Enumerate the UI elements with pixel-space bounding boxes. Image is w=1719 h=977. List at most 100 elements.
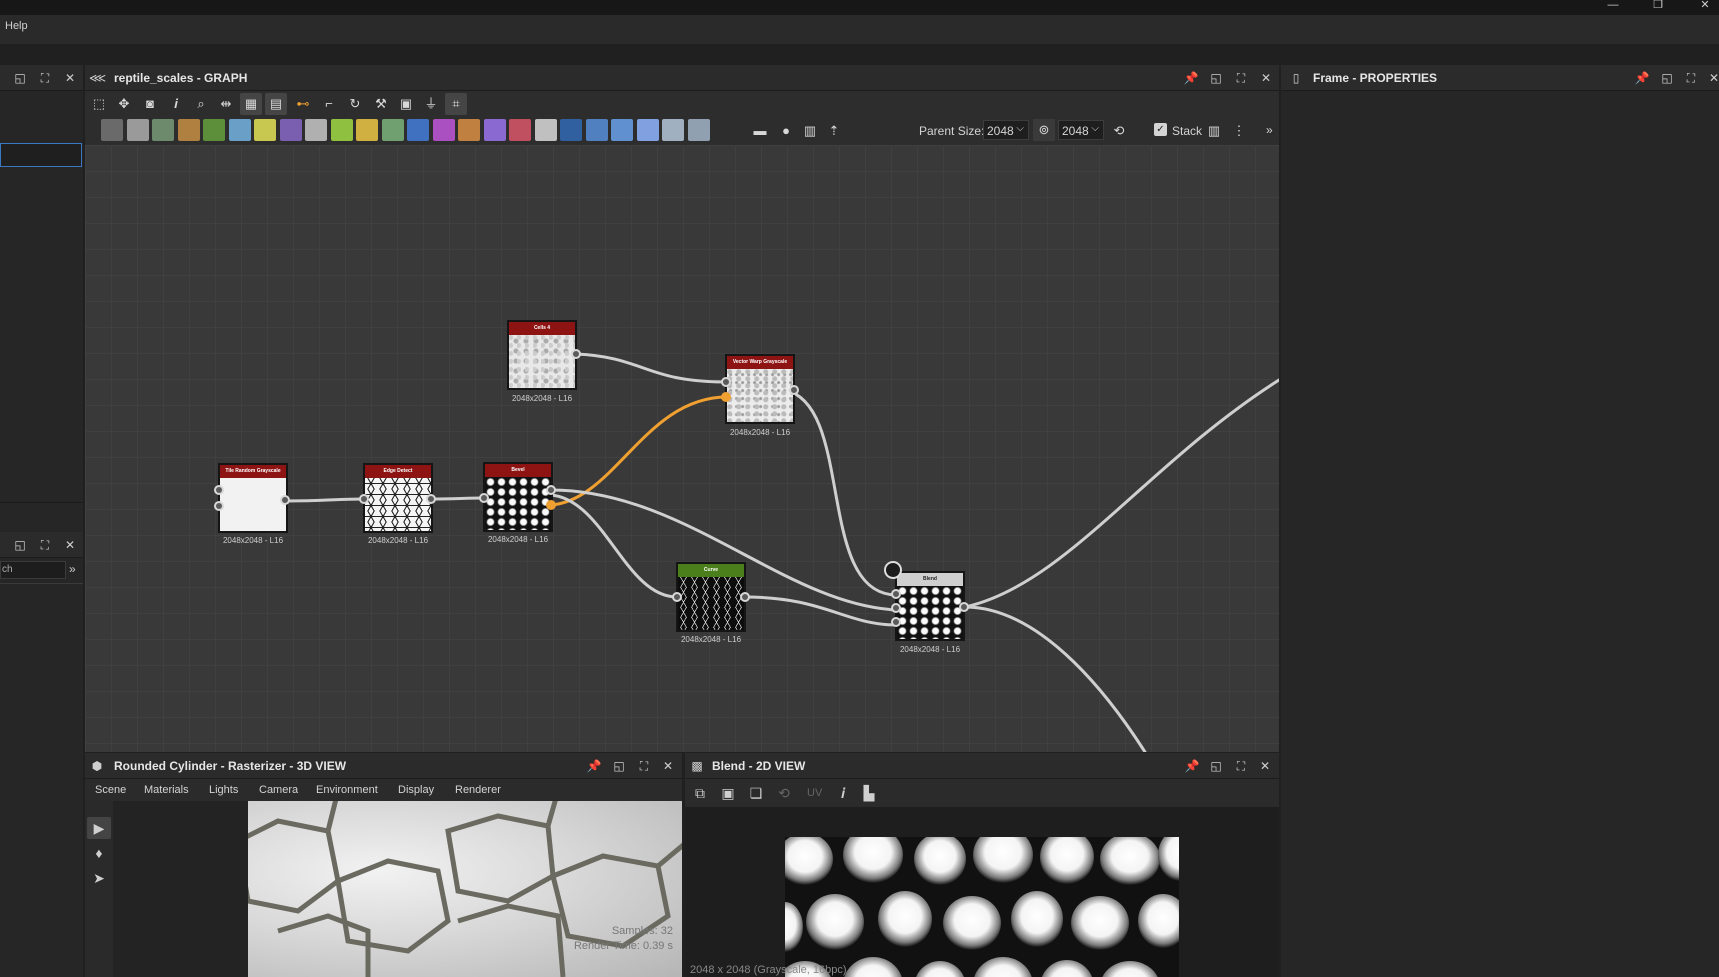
palette-node-button[interactable] xyxy=(534,119,557,141)
stack-icon[interactable]: ▤ xyxy=(265,93,287,115)
output-port[interactable] xyxy=(546,485,556,495)
input-port[interactable] xyxy=(721,377,731,387)
maximize-icon[interactable]: ⛶ xyxy=(37,537,53,553)
close-panel-icon[interactable]: ✕ xyxy=(62,537,78,553)
palette-node-button[interactable] xyxy=(483,119,506,141)
float-icon[interactable]: ◱ xyxy=(12,70,28,86)
output-port[interactable] xyxy=(571,349,581,359)
close-icon[interactable]: ✕ xyxy=(1690,0,1719,15)
tab-renderer[interactable]: Renderer xyxy=(455,784,501,796)
node-edge-detect[interactable]: Edge Detect xyxy=(363,463,433,533)
input-port[interactable] xyxy=(891,589,901,599)
path-icon[interactable]: ⌐ xyxy=(318,93,340,115)
maximize-icon[interactable]: ⛶ xyxy=(636,758,652,774)
close-panel-icon[interactable]: ✕ xyxy=(1706,70,1719,86)
palette-node-button[interactable] xyxy=(126,119,149,141)
minimize-icon[interactable]: — xyxy=(1598,0,1628,15)
input-port[interactable] xyxy=(359,494,369,504)
node-blend[interactable]: Blend xyxy=(895,571,965,641)
output-port[interactable] xyxy=(740,592,750,602)
palette-node-button[interactable] xyxy=(279,119,302,141)
palette-node-button[interactable] xyxy=(356,119,378,141)
tool-icon[interactable]: ⚒ xyxy=(370,93,392,115)
layout-vertical-icon[interactable]: ▥ xyxy=(1203,120,1225,142)
close-panel-icon[interactable]: ✕ xyxy=(1258,70,1274,86)
palette-node-button[interactable] xyxy=(254,119,276,141)
uv-label[interactable]: UV xyxy=(807,787,822,799)
palette-node-button[interactable] xyxy=(585,119,608,141)
link-size-icon[interactable]: ⊚ xyxy=(1033,119,1055,141)
palette-node-button[interactable] xyxy=(228,119,251,141)
library-search-input[interactable]: ch xyxy=(0,561,66,579)
output-port[interactable] xyxy=(426,494,436,504)
preview-icon[interactable]: ▣ xyxy=(395,93,417,115)
camera-icon[interactable]: ◙ xyxy=(139,93,161,115)
node-vector-warp-grayscale[interactable]: Vector Warp Grayscale xyxy=(725,354,795,424)
palette-node-button[interactable] xyxy=(381,119,404,141)
palette-node-button[interactable] xyxy=(152,119,174,141)
close-panel-icon[interactable]: ✕ xyxy=(1257,758,1273,774)
reset-view-icon[interactable]: ⟲ xyxy=(772,782,796,804)
close-panel-icon[interactable]: ✕ xyxy=(62,70,78,86)
output-port[interactable] xyxy=(280,495,290,505)
palette-node-button[interactable] xyxy=(662,119,684,141)
palette-node-button[interactable] xyxy=(203,119,225,141)
maximize-icon[interactable]: ⛶ xyxy=(1233,70,1249,86)
overflow-icon[interactable]: » xyxy=(1266,123,1273,137)
input-port-active[interactable] xyxy=(721,392,731,402)
output-port[interactable] xyxy=(789,385,799,395)
tab-environment[interactable]: Environment xyxy=(316,784,378,796)
save-icon[interactable]: ▣ xyxy=(716,782,740,804)
cursor-icon[interactable]: ➤ xyxy=(87,867,111,889)
input-port[interactable] xyxy=(672,592,682,602)
palette-node-button[interactable] xyxy=(432,119,455,141)
pin-icon[interactable]: 📌 xyxy=(1634,70,1650,86)
float-icon[interactable]: ◱ xyxy=(611,758,627,774)
histogram-icon[interactable]: ▙ xyxy=(857,782,881,804)
align-icon[interactable]: ⇹ xyxy=(215,93,237,115)
pin-icon[interactable]: 📌 xyxy=(586,758,602,774)
export-icon[interactable]: ❏ xyxy=(744,782,768,804)
float-icon[interactable]: ◱ xyxy=(1208,758,1224,774)
float-icon[interactable]: ◱ xyxy=(1659,70,1675,86)
blend-mode-icon[interactable] xyxy=(884,561,902,579)
menu-help[interactable]: Help xyxy=(5,20,28,32)
link-icon[interactable]: ⊷ xyxy=(292,93,314,115)
copy-view-icon[interactable]: ⧉ xyxy=(688,782,712,804)
maximize-icon[interactable]: ⛶ xyxy=(1683,70,1699,86)
palette-node-button[interactable] xyxy=(101,119,123,141)
pan-icon[interactable]: ✥ xyxy=(113,93,135,115)
comment-icon[interactable]: ▬ xyxy=(749,120,771,142)
frame-all-icon[interactable]: ⬚ xyxy=(88,93,110,115)
tab-camera[interactable]: Camera xyxy=(259,784,298,796)
brush-icon[interactable]: ⏚ xyxy=(420,93,442,115)
node-cells-4[interactable]: Cells 4 xyxy=(507,320,577,390)
node-bevel[interactable]: Bevel xyxy=(483,462,553,532)
input-port[interactable] xyxy=(891,617,901,627)
node-tile-random-grayscale[interactable]: Tile Random Grayscale xyxy=(218,463,288,533)
rotate-icon[interactable]: ↻ xyxy=(344,93,366,115)
pin-icon[interactable]: 📌 xyxy=(1184,758,1200,774)
tab-scene[interactable]: Scene xyxy=(95,784,126,796)
tab-display[interactable]: Display xyxy=(398,784,434,796)
maximize-icon[interactable]: ⛶ xyxy=(37,70,53,86)
palette-node-button[interactable] xyxy=(611,119,633,141)
layout-horizontal-icon[interactable]: ⋮ xyxy=(1228,120,1250,142)
size-select[interactable]: 2048 ⌵ xyxy=(1058,120,1104,140)
pin-icon[interactable]: 📌 xyxy=(1183,70,1199,86)
input-port[interactable] xyxy=(214,485,224,495)
view2d-viewport[interactable]: 2048 x 2048 (Grayscale, 16bpc) xyxy=(685,807,1279,977)
pin-node-icon[interactable]: ⇡ xyxy=(823,120,845,142)
light-bulb-icon[interactable]: ♦ xyxy=(87,842,111,864)
palette-node-button[interactable] xyxy=(458,119,480,141)
tab-materials[interactable]: Materials xyxy=(144,784,189,796)
close-panel-icon[interactable]: ✕ xyxy=(660,758,676,774)
input-port[interactable] xyxy=(214,501,224,511)
graph-canvas[interactable]: Cells 4 2048x2048 - L16 Vector Warp Gray… xyxy=(85,145,1279,752)
palette-node-button[interactable] xyxy=(560,119,582,141)
palette-node-button[interactable] xyxy=(509,119,531,141)
input-port[interactable] xyxy=(479,493,489,503)
graph-settings-icon[interactable]: ▥ xyxy=(799,120,821,142)
zoom-icon[interactable]: ⌕ xyxy=(190,93,212,115)
info-icon[interactable]: 𝒊 xyxy=(831,782,855,804)
